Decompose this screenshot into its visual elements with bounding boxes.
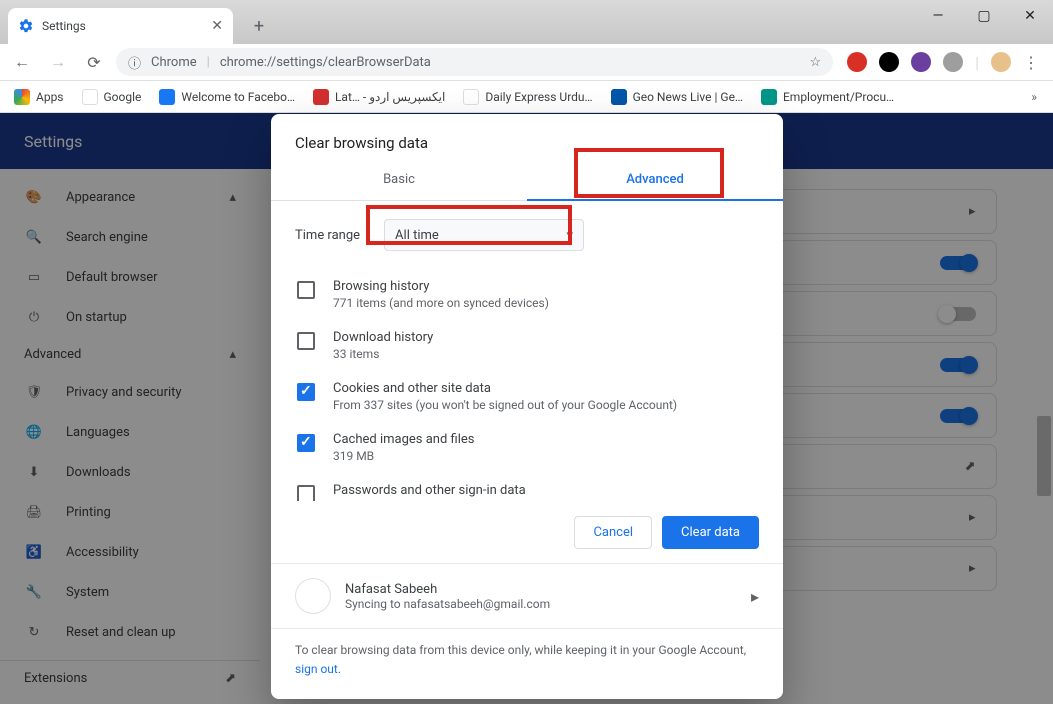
cancel-button[interactable]: Cancel [574, 516, 652, 549]
site-info-icon[interactable]: ⓘ [128, 53, 141, 72]
close-tab-icon[interactable]: ✕ [211, 18, 223, 34]
window-controls: — ▢ ✕ [915, 0, 1053, 32]
check-row-2: Cookies and other site data From 337 site… [295, 371, 759, 422]
time-range-select[interactable]: All time ▾ [384, 219, 584, 251]
check-row-3: Cached images and files 319 MB [295, 422, 759, 473]
apps-bookmark[interactable]: Apps [8, 85, 70, 109]
daily-express-bookmark[interactable]: Daily Express Urdu… [457, 85, 598, 109]
check-title: Passwords and other sign-in data [333, 483, 702, 498]
signout-note: To clear browsing data from this device … [271, 628, 783, 699]
check-subtitle: 771 items (and more on synced devices) [333, 296, 549, 310]
extension-icons: | ⋮ [841, 52, 1045, 72]
bookmarks-bar: Apps Google Welcome to Facebo… Lat… - ای… [0, 81, 1053, 113]
check-subtitle: 33 items [333, 347, 433, 361]
bookmarks-overflow-icon[interactable]: » [1023, 90, 1045, 104]
check-subtitle: 79 passwords (for freelancer.com, turnit… [333, 500, 702, 501]
titlebar: Settings ✕ + — ▢ ✕ [0, 0, 1053, 44]
back-button[interactable]: ← [8, 48, 36, 76]
employment-bookmark[interactable]: Employment/Procu… [755, 85, 900, 109]
check-title: Browsing history [333, 279, 549, 294]
checkbox[interactable] [297, 383, 315, 401]
tab-basic[interactable]: Basic [271, 160, 527, 200]
chevron-down-icon: ▾ [567, 228, 574, 243]
checkbox[interactable] [297, 485, 315, 501]
dialog-tabs: Basic Advanced [271, 160, 783, 201]
checkbox[interactable] [297, 281, 315, 299]
dialog-title: Clear browsing data [271, 114, 783, 160]
account-avatar [295, 578, 331, 614]
settings-icon [18, 18, 34, 34]
check-title: Cookies and other site data [333, 381, 677, 396]
minimize-button[interactable]: — [915, 0, 961, 32]
new-tab-button[interactable]: + [245, 12, 273, 40]
google-bookmark[interactable]: Google [76, 85, 148, 109]
facebook-bookmark[interactable]: Welcome to Facebo… [153, 85, 301, 109]
star-icon[interactable]: ☆ [809, 55, 821, 70]
address-bar[interactable]: ⓘ Chrome | chrome://settings/clearBrowse… [116, 48, 833, 76]
chevron-right-icon: ▸ [751, 587, 759, 606]
geo-bookmark[interactable]: Geo News Live | Ge… [605, 85, 749, 109]
adblock-icon[interactable] [847, 52, 867, 72]
check-row-0: Browsing history 771 items (and more on s… [295, 269, 759, 320]
time-range-label: Time range [295, 228, 360, 243]
url-text: chrome://settings/clearBrowserData [220, 55, 431, 70]
menu-icon[interactable]: ⋮ [1023, 53, 1039, 72]
checkbox[interactable] [297, 332, 315, 350]
ext-icon-2[interactable] [879, 52, 899, 72]
check-row-4: Passwords and other sign-in data 79 passw… [295, 473, 759, 501]
check-title: Cached images and files [333, 432, 474, 447]
check-subtitle: 319 MB [333, 449, 474, 463]
time-range-row: Time range All time ▾ [295, 219, 759, 251]
check-title: Download history [333, 330, 433, 345]
clear-browsing-data-dialog: Clear browsing data Basic Advanced Time … [271, 114, 783, 699]
checkbox[interactable] [297, 434, 315, 452]
account-email: Syncing to nafasatsabeeh@gmail.com [345, 597, 550, 611]
account-row[interactable]: Nafasat Sabeeh Syncing to nafasatsabeeh@… [271, 563, 783, 628]
toolbar: ← → ⟳ ⓘ Chrome | chrome://settings/clear… [0, 44, 1053, 81]
check-row-1: Download history 33 items [295, 320, 759, 371]
ext-icon-4[interactable] [943, 52, 963, 72]
account-name: Nafasat Sabeeh [345, 582, 550, 597]
maximize-button[interactable]: ▢ [961, 0, 1007, 32]
check-subtitle: From 337 sites (you won't be signed out … [333, 398, 677, 412]
browser-tab[interactable]: Settings ✕ [8, 8, 233, 44]
express-bookmark[interactable]: Lat… - ایکسپریس اردو [307, 85, 451, 109]
tab-advanced[interactable]: Advanced [527, 160, 783, 201]
profile-avatar[interactable] [991, 52, 1011, 72]
url-scheme: Chrome [151, 55, 197, 70]
forward-button[interactable]: → [44, 48, 72, 76]
dialog-body: Time range All time ▾ Browsing history 77… [271, 201, 783, 501]
sign-out-link[interactable]: sign out [295, 662, 338, 676]
clear-data-button[interactable]: Clear data [662, 516, 759, 549]
dialog-actions: Cancel Clear data [271, 501, 783, 563]
ext-icon-3[interactable] [911, 52, 931, 72]
tab-title: Settings [42, 19, 203, 33]
close-window-button[interactable]: ✕ [1007, 0, 1053, 32]
reload-button[interactable]: ⟳ [80, 48, 108, 76]
